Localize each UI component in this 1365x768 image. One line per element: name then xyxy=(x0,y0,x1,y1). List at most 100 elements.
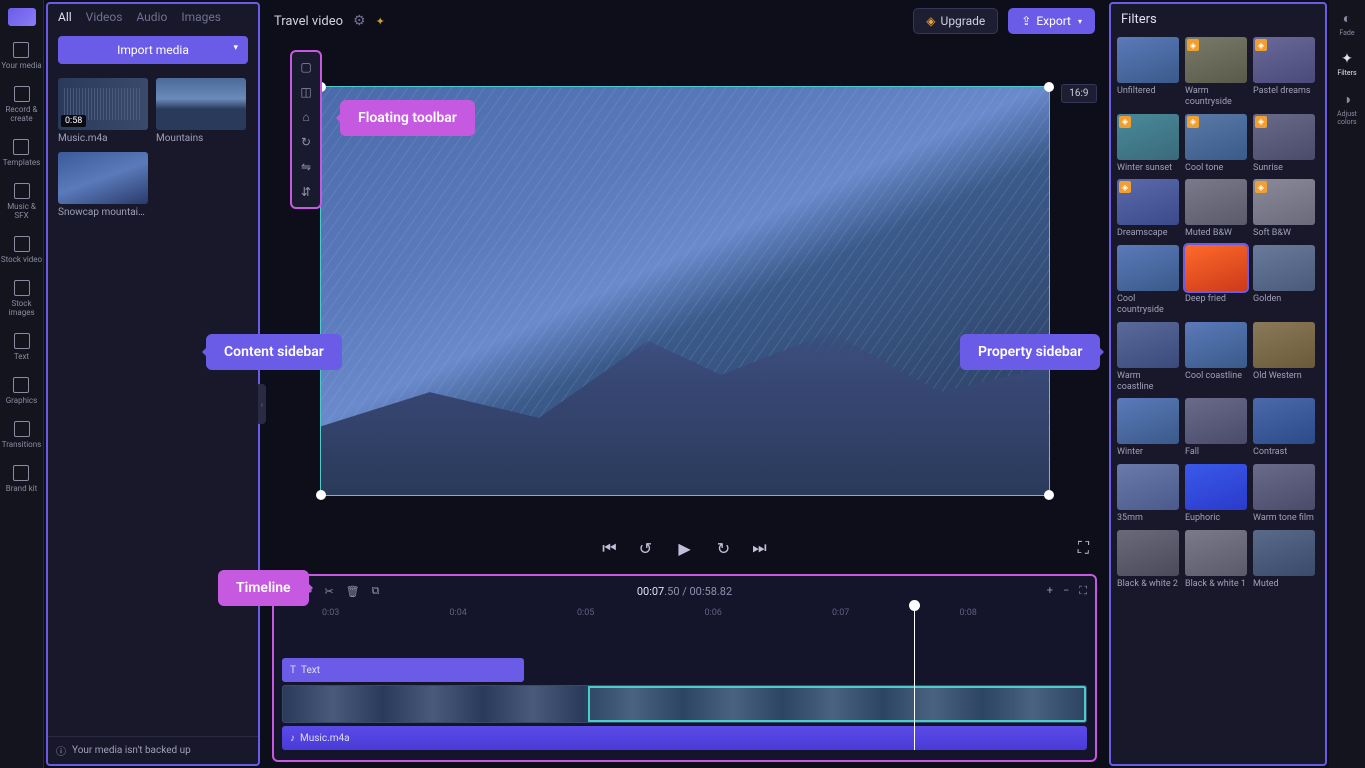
play-button[interactable]: ▶ xyxy=(673,536,697,560)
nav-graphics[interactable]: Graphics xyxy=(6,375,38,407)
floating-toolbar: ▢ ◫ ⌂ ↻ ⇋ ⇵ xyxy=(290,50,322,209)
left-nav-rail: Your media Record & create Templates Music … xyxy=(0,0,44,768)
filter-black-white-2[interactable]: Black & white 2 xyxy=(1117,530,1179,590)
split-button[interactable]: ✂ xyxy=(324,585,333,598)
filter-warm-coastline[interactable]: Warm coastline xyxy=(1117,322,1179,393)
nav-music-sfx[interactable]: Music & SFX xyxy=(0,181,43,222)
text-icon: T xyxy=(290,665,296,676)
nav-brand-kit[interactable]: Brand kit xyxy=(6,463,37,495)
rotate-tool-icon[interactable]: ↻ xyxy=(296,133,316,151)
filter-warm-tone-film[interactable]: Warm tone film xyxy=(1253,464,1315,524)
nav-your-media[interactable]: Your media xyxy=(1,40,41,72)
nav-transitions[interactable]: Transitions xyxy=(2,419,42,451)
import-media-button[interactable]: Import media xyxy=(58,36,248,64)
media-tabs: All Videos Audio Images xyxy=(48,4,258,30)
resize-handle-bottom-left[interactable] xyxy=(316,490,326,500)
nav-stock-video[interactable]: Stock video xyxy=(1,234,42,266)
tab-all[interactable]: All xyxy=(58,10,72,24)
project-name[interactable]: Travel video xyxy=(274,14,343,29)
fullscreen-button[interactable]: ⛶ xyxy=(1078,538,1089,558)
export-label: Export xyxy=(1036,14,1071,28)
nav-templates[interactable]: Templates xyxy=(3,137,40,169)
filter-contrast[interactable]: Contrast xyxy=(1253,398,1315,458)
filter-cool-tone[interactable]: ◈Cool tone xyxy=(1185,114,1247,174)
diamond-icon: ◈ xyxy=(926,14,935,28)
content-sidebar: All Videos Audio Images Import media 0:58Mu… xyxy=(46,2,260,766)
video-canvas[interactable]: 16:9 xyxy=(320,86,1050,496)
player-controls: ⏮ ↺ ▶ ↻ ⏭ ⛶ ? xyxy=(262,530,1107,570)
text-track-label: Text xyxy=(301,665,320,676)
filter-35mm[interactable]: 35mm xyxy=(1117,464,1179,524)
callout-content-sidebar: Content sidebar xyxy=(206,334,342,370)
crop2-tool-icon[interactable]: ⌂ xyxy=(296,108,316,126)
tab-videos[interactable]: Videos xyxy=(86,10,123,24)
timeline-ruler[interactable]: 0:030:040:050:060:070:08 xyxy=(282,604,1087,624)
upgrade-button[interactable]: ◈ Upgrade xyxy=(913,8,998,34)
filter-muted[interactable]: Muted xyxy=(1253,530,1315,590)
callout-property-sidebar: Property sidebar xyxy=(960,334,1100,370)
media-item[interactable]: Mountains xyxy=(156,78,246,144)
filter-old-western[interactable]: Old Western xyxy=(1253,322,1315,393)
property-tab-filters[interactable]: ✦Filters xyxy=(1337,51,1356,77)
property-tab-adjust-colors[interactable]: ◑Adjust colors xyxy=(1329,91,1365,126)
text-track-clip[interactable]: T Text xyxy=(282,658,524,682)
filter-unfiltered[interactable]: Unfiltered xyxy=(1117,37,1179,108)
backup-warning[interactable]: ⓘ Your media isn't backed up xyxy=(48,736,258,764)
zoom-out-button[interactable]: − xyxy=(1063,584,1069,598)
skip-forward-button[interactable]: ⏭ xyxy=(751,539,769,557)
delete-button[interactable]: 🗑 xyxy=(346,585,360,598)
callout-floating-toolbar: Floating toolbar xyxy=(340,100,475,136)
tab-images[interactable]: Images xyxy=(181,10,221,24)
flip-h-tool-icon[interactable]: ⇋ xyxy=(296,158,316,176)
filter-black-white-1[interactable]: Black & white 1 xyxy=(1185,530,1247,590)
filter-euphoric[interactable]: Euphoric xyxy=(1185,464,1247,524)
media-item[interactable]: 0:58Music.m4a xyxy=(58,78,148,144)
filter-golden[interactable]: Golden xyxy=(1253,245,1315,316)
zoom-in-button[interactable]: + xyxy=(1047,584,1053,598)
info-icon: ⓘ xyxy=(56,743,66,758)
filter-fall[interactable]: Fall xyxy=(1185,398,1247,458)
video-selection[interactable] xyxy=(588,686,1086,722)
flip-v-tool-icon[interactable]: ⇵ xyxy=(296,183,316,201)
rewind-button[interactable]: ↺ xyxy=(637,539,655,557)
filter-dreamscape[interactable]: ◈Dreamscape xyxy=(1117,179,1179,239)
filter-cool-coastline[interactable]: Cool coastline xyxy=(1185,322,1247,393)
video-track-clip[interactable]: Snowcap mountain stars.png xyxy=(282,685,1087,723)
resize-handle-top-right[interactable] xyxy=(1044,82,1054,92)
filter-deep-fried[interactable]: Deep fried xyxy=(1185,245,1247,316)
filter-pastel-dreams[interactable]: ◈Pastel dreams xyxy=(1253,37,1315,108)
filter-warm-countryside[interactable]: ◈Warm countryside xyxy=(1185,37,1247,108)
duplicate-button[interactable]: ⧉ xyxy=(372,584,380,598)
nav-stock-images[interactable]: Stock images xyxy=(0,278,43,319)
nav-record-create[interactable]: Record & create xyxy=(0,84,43,125)
skip-back-button[interactable]: ⏮ xyxy=(601,539,619,557)
sparkle-icon[interactable]: ✦ xyxy=(376,15,385,28)
crop-tool-icon[interactable]: ◫ xyxy=(296,83,316,101)
property-panel-title: Filters xyxy=(1117,12,1319,27)
aspect-ratio-badge[interactable]: 16:9 xyxy=(1061,84,1096,103)
forward-button[interactable]: ↻ xyxy=(715,539,733,557)
app-logo[interactable] xyxy=(8,8,36,26)
export-button[interactable]: ⇪ Export xyxy=(1008,8,1095,34)
music-icon: ♪ xyxy=(290,733,295,744)
media-item[interactable]: Snowcap mountain st... xyxy=(58,152,148,218)
audio-track-clip[interactable]: ♪ Music.m4a xyxy=(282,726,1087,750)
right-nav-rail: ◐Fade ✦Filters ◑Adjust colors xyxy=(1329,0,1365,768)
filter-winter[interactable]: Winter xyxy=(1117,398,1179,458)
settings-icon[interactable]: ⚙ xyxy=(353,13,366,29)
zoom-fit-button[interactable]: ⛶ xyxy=(1079,584,1087,598)
frame-tool-icon[interactable]: ▢ xyxy=(296,58,316,76)
filter-sunrise[interactable]: ◈Sunrise xyxy=(1253,114,1315,174)
nav-text[interactable]: Text xyxy=(14,331,30,363)
filter-cool-countryside[interactable]: Cool countryside xyxy=(1117,245,1179,316)
timeline-tracks: T Text Snowcap mountain stars.png ♪ Musi… xyxy=(282,658,1087,750)
filter-winter-sunset[interactable]: ◈Winter sunset xyxy=(1117,114,1179,174)
filter-muted-b-w[interactable]: Muted B&W xyxy=(1185,179,1247,239)
export-icon: ⇪ xyxy=(1021,14,1031,28)
upgrade-label: Upgrade xyxy=(941,14,986,28)
property-tab-fade[interactable]: ◐Fade xyxy=(1339,10,1354,37)
resize-handle-bottom-right[interactable] xyxy=(1044,490,1054,500)
tab-audio[interactable]: Audio xyxy=(136,10,167,24)
playhead[interactable] xyxy=(914,606,915,750)
filter-soft-b-w[interactable]: ◈Soft B&W xyxy=(1253,179,1315,239)
